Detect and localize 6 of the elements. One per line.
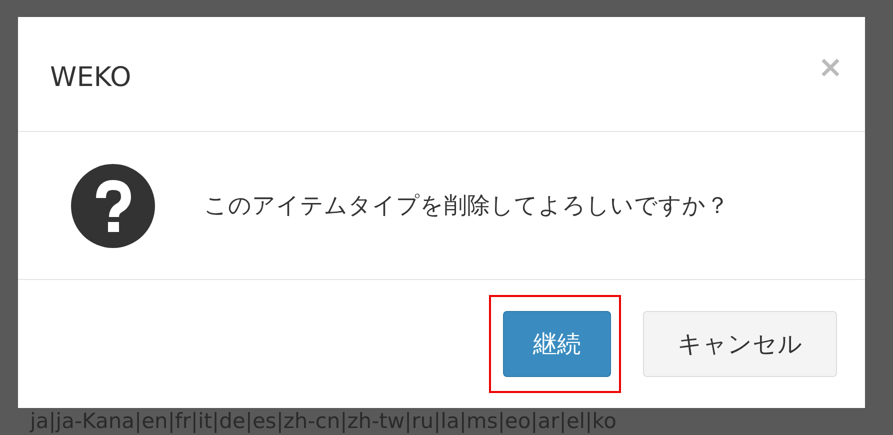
confirm-message: このアイテムタイプを削除してよろしいですか？ [204, 192, 729, 221]
continue-button[interactable]: 継続 [503, 311, 611, 377]
dialog-title: WEKO [50, 62, 132, 92]
close-button[interactable]: × [818, 53, 843, 83]
cancel-button[interactable]: キャンセル [643, 311, 837, 377]
question-icon [70, 162, 156, 248]
